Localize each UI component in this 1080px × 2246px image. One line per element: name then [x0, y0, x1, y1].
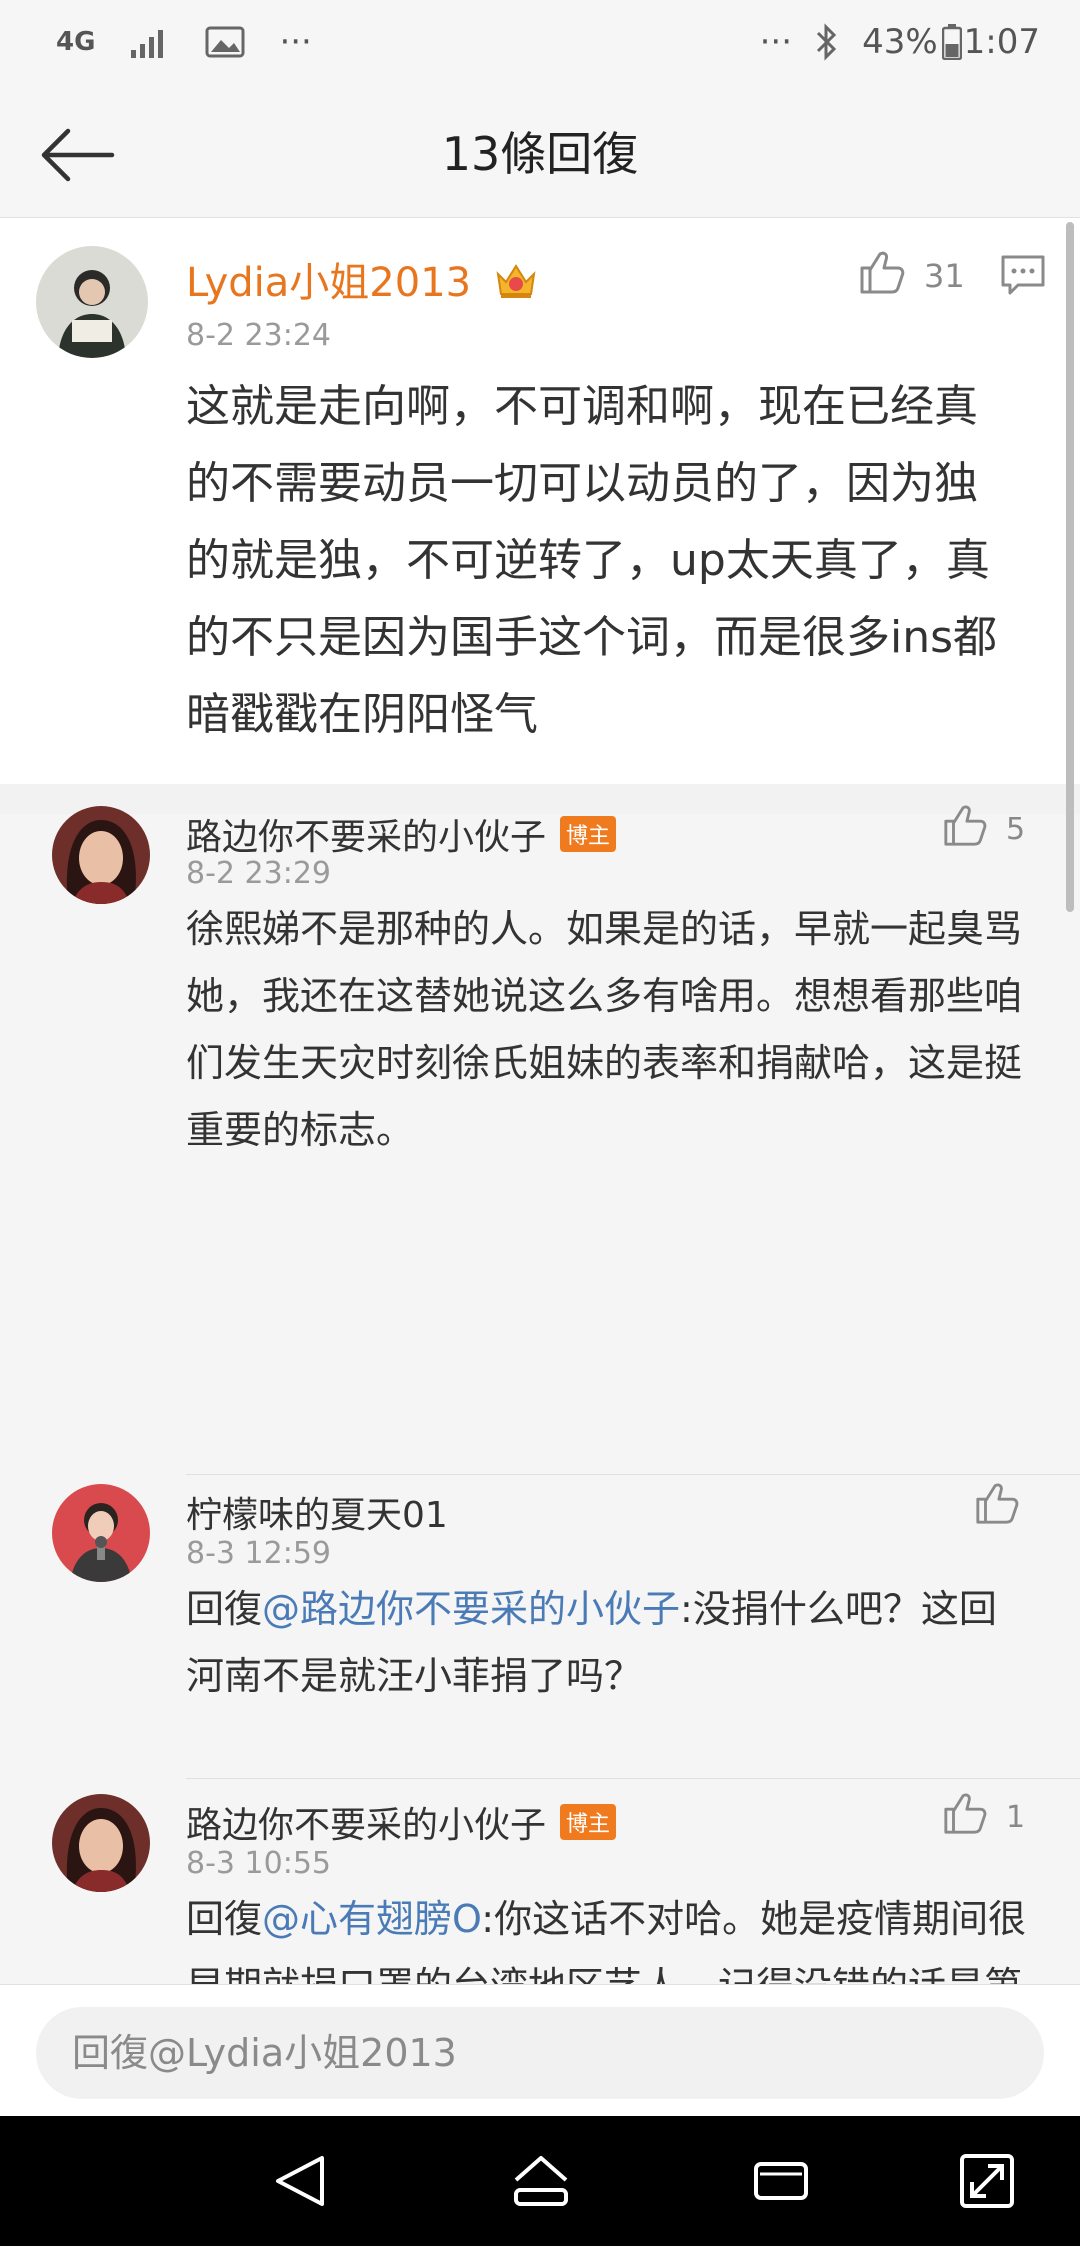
comment-time: 8-3 10:55: [186, 1846, 331, 1881]
like-button[interactable]: 1: [942, 1790, 1025, 1844]
nav-back-icon[interactable]: [266, 2150, 336, 2212]
like-count: 31: [924, 257, 965, 295]
username[interactable]: 柠檬味的夏天01: [186, 1486, 448, 1538]
thumbs-up-icon: [942, 802, 988, 856]
comment-thread[interactable]: Lydia小姐2013 8-2 23:24 31 这就是走向啊，不可调和啊，现在…: [0, 218, 1080, 1984]
comment-time: 8-3 12:59: [186, 1536, 331, 1571]
image-notification-icon: [205, 25, 245, 59]
thumbs-up-icon: [858, 248, 906, 304]
nav-home-icon[interactable]: [506, 2150, 576, 2212]
reply-list: 路边你不要采的小伙子 博主 8-2 23:29 5 徐熙娣不是那种的人。如果是的话…: [0, 805, 1080, 1984]
status-more-right: ···: [759, 22, 793, 62]
reply-input[interactable]: [36, 2007, 1044, 2099]
top-comment: Lydia小姐2013 8-2 23:24 31 这就是走向啊，不可调和啊，现在…: [0, 218, 1080, 784]
header: 13條回復: [0, 90, 1080, 218]
mention-link[interactable]: @路边你不要采的小伙子: [262, 1587, 680, 1631]
thumbs-up-icon: [942, 1790, 988, 1844]
divider: [186, 1474, 1080, 1475]
thumbs-up-icon: [974, 1480, 1020, 1534]
like-button[interactable]: 31: [858, 248, 965, 304]
like-count: 5: [1006, 811, 1026, 847]
bluetooth-icon: [814, 23, 840, 61]
avatar[interactable]: [36, 246, 148, 358]
page-title: 13條回復: [441, 127, 639, 181]
username[interactable]: 路边你不要采的小伙子 博主: [186, 1796, 617, 1848]
crown-badge-icon: [494, 260, 538, 310]
divider: [186, 1778, 1080, 1779]
nav-recents-icon[interactable]: [746, 2150, 816, 2212]
battery-percent: 43%: [862, 22, 938, 62]
network-type: 4G: [56, 27, 96, 57]
status-more-left: ···: [279, 22, 312, 62]
username[interactable]: 路边你不要采的小伙子 博主: [186, 808, 617, 860]
battery-icon: [941, 24, 962, 60]
comment-icon[interactable]: [1000, 254, 1046, 300]
username[interactable]: Lydia小姐2013: [186, 250, 538, 310]
comment-text: 这就是走向啊，不可调和啊，现在已经真的不需要动员一切可以动员的了，因为独的就是独…: [186, 381, 998, 740]
signal-icon: [129, 24, 171, 60]
mention-link[interactable]: @心有翅膀O: [262, 1897, 481, 1941]
comment-text: 回復@心有翅膀O:你这话不对哈。她是疫情期间很早期就捐口罩的台湾地区艺人，记得没…: [186, 1897, 1027, 1984]
comment-text: 徐熙娣不是那种的人。如果是的话，早就一起臭骂她，我还在这替她说这么多有啥用。想想…: [186, 907, 1023, 1152]
reply-bar: [0, 1984, 1080, 2116]
comment-time: 8-2 23:24: [186, 318, 331, 353]
like-button[interactable]: [974, 1480, 1020, 1534]
avatar[interactable]: [52, 1794, 150, 1892]
status-bar: 4G ··· ··· 43% 1:07: [0, 0, 1080, 90]
avatar[interactable]: [52, 1484, 150, 1582]
scrollbar[interactable]: [1066, 222, 1074, 912]
blogger-badge: 博主: [560, 816, 617, 852]
avatar[interactable]: [52, 806, 150, 904]
blogger-badge: 博主: [560, 1804, 617, 1840]
system-nav-bar: [0, 2116, 1080, 2246]
clock: 1:07: [963, 22, 1040, 62]
comment-time: 8-2 23:29: [186, 856, 331, 891]
like-count: 1: [1006, 1799, 1026, 1835]
comment-text: 回復@路边你不要采的小伙子:没捐什么吧？这回河南不是就汪小菲捐了吗？: [186, 1587, 997, 1698]
like-button[interactable]: 5: [942, 802, 1025, 856]
nav-expand-icon[interactable]: [952, 2150, 1022, 2212]
